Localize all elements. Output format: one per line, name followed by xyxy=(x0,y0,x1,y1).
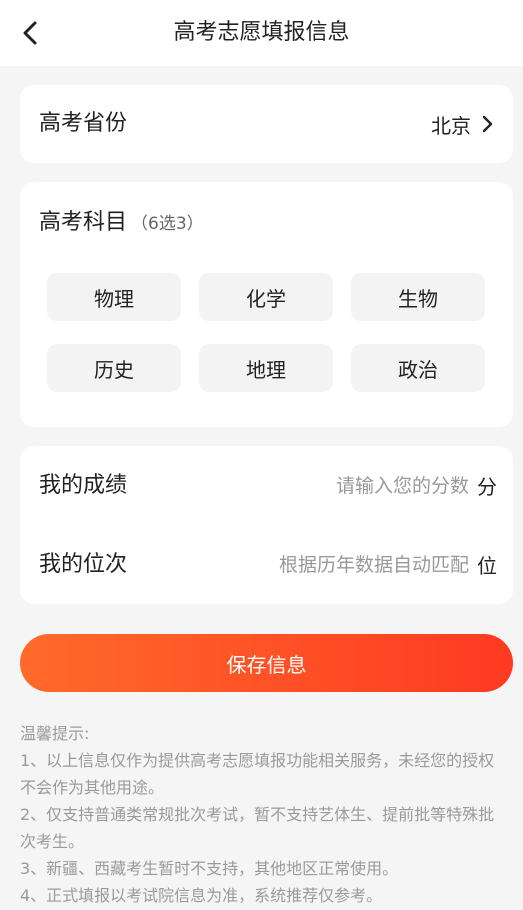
score-label: 我的成绩 xyxy=(39,473,128,498)
tip-item: 4、正式填报以考试院信息为准，系统推荐仅参考。 xyxy=(20,886,383,905)
score-unit: 分 xyxy=(477,475,497,499)
tips-title: 温馨提示: xyxy=(20,724,90,743)
tip-item: 3、新疆、西藏考生暂时不支持，其他地区正常使用。 xyxy=(20,859,399,878)
subjects-label: 高考科目 xyxy=(39,210,128,235)
subject-chip-politics[interactable]: 政治 xyxy=(351,344,485,392)
tips-section: 温馨提示: 1、以上信息仅作为提供高考志愿填报功能相关服务，未经您的授权不会作为… xyxy=(20,720,504,909)
province-value: 北京 xyxy=(431,113,471,138)
subjects-heading: 高考科目 （6选3） xyxy=(39,208,204,239)
subject-chip-history[interactable]: 历史 xyxy=(47,344,181,392)
app-header: 高考志愿填报信息 xyxy=(0,0,523,66)
rank-input-wrap: 位 xyxy=(257,525,497,604)
subject-chip-physics[interactable]: 物理 xyxy=(47,273,181,321)
scores-card: 我的成绩 分 我的位次 位 xyxy=(20,446,513,604)
province-selector[interactable]: 北京 xyxy=(431,85,495,163)
subject-options: 物理 化学 生物 历史 地理 政治 xyxy=(47,273,485,392)
subject-chip-biology[interactable]: 生物 xyxy=(351,273,485,321)
subjects-card: 高考科目 （6选3） 物理 化学 生物 历史 地理 政治 xyxy=(20,182,513,427)
subject-chip-geography[interactable]: 地理 xyxy=(199,344,333,392)
province-label: 高考省份 xyxy=(39,111,128,136)
page-title: 高考志愿填报信息 xyxy=(173,20,350,45)
score-input[interactable] xyxy=(319,474,469,497)
score-row: 我的成绩 分 xyxy=(20,446,513,525)
rank-label: 我的位次 xyxy=(39,552,128,577)
chevron-right-icon xyxy=(479,113,495,135)
province-card: 高考省份 北京 xyxy=(20,85,513,163)
rank-unit: 位 xyxy=(477,554,497,578)
save-button[interactable]: 保存信息 xyxy=(20,634,513,692)
tip-item: 1、以上信息仅作为提供高考志愿填报功能相关服务，未经您的授权不会作为其他用途。 xyxy=(20,751,495,797)
score-input-wrap: 分 xyxy=(319,446,497,525)
rank-row: 我的位次 位 xyxy=(20,525,513,604)
tip-item: 2、仅支持普通类常规批次考试，暂不支持艺体生、提前批等特殊批次考生。 xyxy=(20,805,495,851)
subjects-hint: （6选3） xyxy=(131,214,204,234)
rank-input[interactable] xyxy=(257,553,469,576)
subject-chip-chemistry[interactable]: 化学 xyxy=(199,273,333,321)
